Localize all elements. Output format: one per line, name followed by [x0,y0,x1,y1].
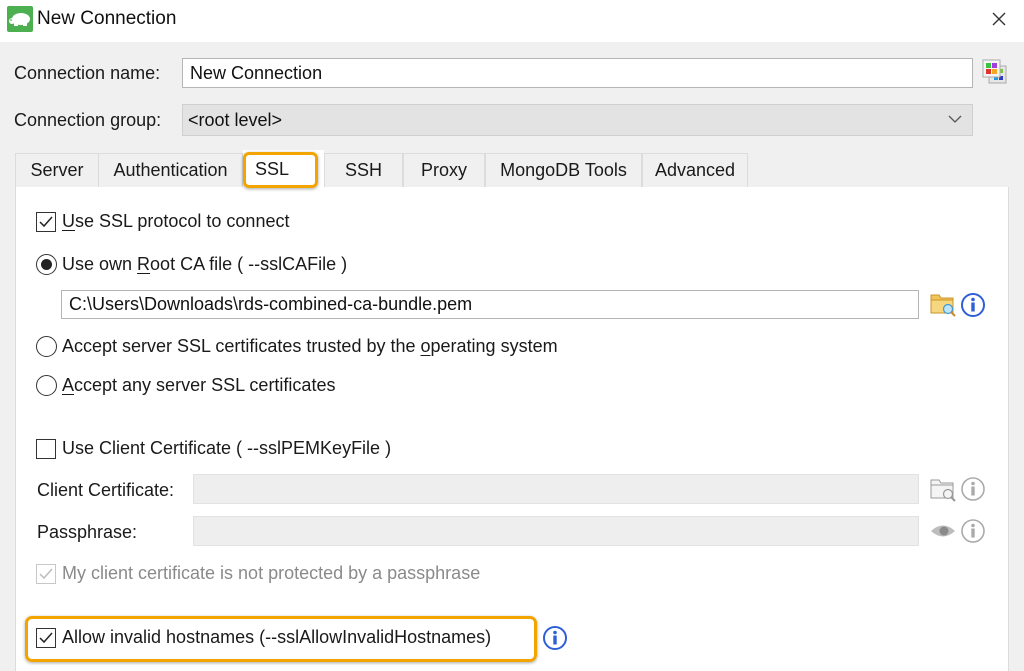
use-ssl-label[interactable]: Use SSL protocol to connect [62,211,289,232]
connection-group-label: Connection group: [14,110,162,130]
client-cert-input[interactable] [193,474,919,504]
eye-icon [931,525,955,537]
tab-ssl[interactable]: SSL [243,150,324,187]
client-cert-label[interactable]: Use Client Certificate ( --sslPEMKeyFile… [62,438,391,459]
close-button[interactable] [988,8,1010,30]
chevron-down-icon [948,115,962,123]
ca-own-label[interactable]: Use own Root CA file ( --sslCAFile ) [62,254,347,275]
window-title: New Connection [37,8,177,29]
ca-any-label[interactable]: Accept any server SSL certificates [62,375,335,396]
allow-invalid-hostnames-info-button[interactable] [542,625,568,656]
allow-invalid-hostnames-row: Allow invalid hostnames (--sslAllowInval… [36,627,491,648]
checkmark-icon [39,568,53,579]
connection-name-label: Connection name: [14,63,161,83]
passphrase-info-button[interactable] [960,518,986,549]
allow-invalid-hostnames-label[interactable]: Allow invalid hostnames (--sslAllowInval… [62,627,491,648]
ca-file-value: C:\Users\Downloads\rds-combined-ca-bundl… [69,294,473,314]
ca-os-label[interactable]: Accept server SSL certificates trusted b… [62,336,558,357]
browse-ca-file-button[interactable] [929,290,957,323]
no-passphrase-checkbox[interactable] [36,563,56,584]
connection-group-select[interactable]: <root level> [182,104,973,136]
tab-mongodb-tools[interactable]: MongoDB Tools [485,153,642,187]
tab-proxy[interactable]: Proxy [403,153,485,187]
checkmark-icon [39,216,53,227]
info-icon [961,293,985,317]
connection-name-input[interactable]: New Connection [182,58,973,88]
allow-invalid-hostnames-checkbox[interactable] [36,627,56,648]
use-ssl-row: Use SSL protocol to connect [36,211,289,232]
ca-file-input[interactable]: C:\Users\Downloads\rds-combined-ca-bundl… [61,290,919,319]
info-icon [961,519,985,543]
title-bar: New Connection [0,0,1024,42]
ca-own-row: Use own Root CA file ( --sslCAFile ) [36,254,347,275]
close-icon [992,12,1006,26]
no-passphrase-label: My client certificate is not protected b… [62,563,481,583]
folder-search-icon [930,294,956,317]
client-cert-checkbox[interactable] [36,438,56,459]
connection-name-value: New Connection [190,62,323,83]
robo3t-turtle-icon [7,6,33,32]
info-icon [543,626,567,650]
manage-groups-button[interactable] [982,59,1008,87]
tab-advanced[interactable]: Advanced [642,153,748,187]
folder-search-icon [930,479,956,502]
tab-ssh[interactable]: SSH [324,153,403,187]
info-icon [961,477,985,501]
manage-groups-icon [982,59,1007,84]
browse-client-cert-button[interactable] [929,475,957,508]
passphrase-label: Passphrase: [37,522,138,542]
passphrase-input[interactable] [193,516,919,546]
ca-file-info-button[interactable] [960,292,986,323]
use-ssl-checkbox[interactable] [36,211,56,232]
ca-os-radio[interactable] [36,336,57,357]
ca-any-radio[interactable] [36,375,57,396]
tab-authentication[interactable]: Authentication [98,153,243,187]
tab-server[interactable]: Server [15,153,99,187]
ca-os-row: Accept server SSL certificates trusted b… [36,336,558,357]
connection-group-value: <root level> [188,109,283,130]
no-passphrase-row: My client certificate is not protected b… [36,563,480,584]
client-cert-info-button[interactable] [960,476,986,507]
client-cert-row: Use Client Certificate ( --sslPEMKeyFile… [36,438,391,459]
client-cert-field-label: Client Certificate: [37,480,175,500]
ca-own-radio[interactable] [36,254,57,275]
ca-any-row: Accept any server SSL certificates [36,375,335,396]
checkmark-icon [39,632,53,643]
show-passphrase-button[interactable] [929,520,957,547]
